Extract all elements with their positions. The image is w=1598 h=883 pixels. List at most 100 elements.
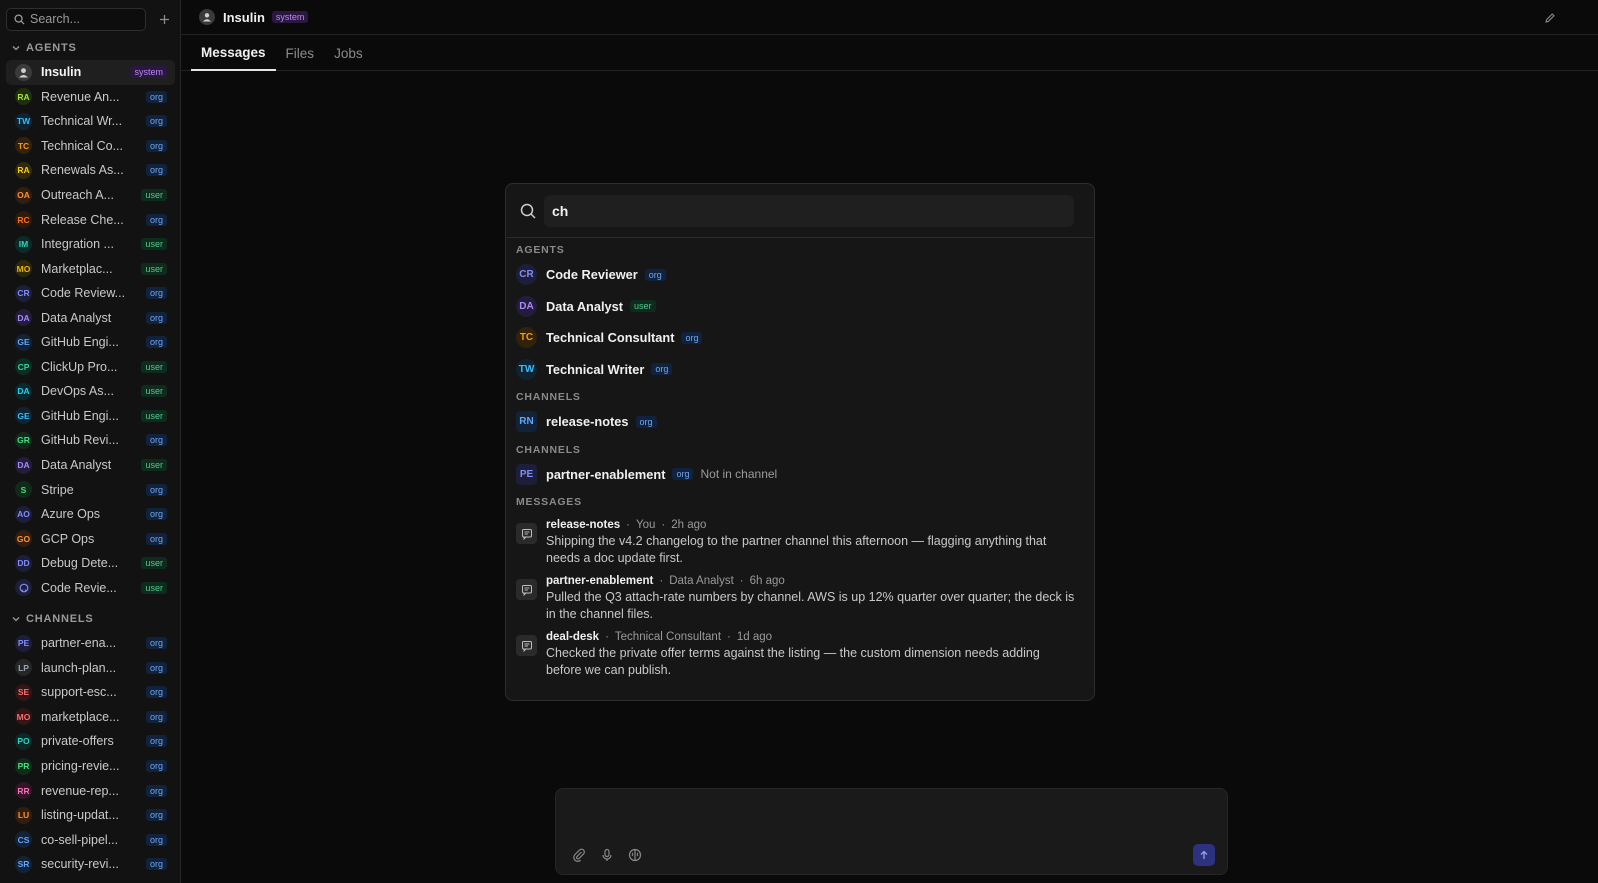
sidebar-agent-item[interactable]: GE GitHub Engi... org — [6, 330, 175, 355]
sidebar-channel-tag: org — [145, 833, 167, 846]
sidebar-channel-label: support-esc... — [41, 685, 117, 700]
palette-channel-row[interactable]: PE partner-enablement org Not in channel — [506, 459, 1094, 491]
palette-message-row[interactable]: release-notes · You · 2h ago Shipping the v4.… — [506, 517, 1094, 567]
tab-files[interactable]: Files — [276, 35, 325, 71]
sidebar-channel-item[interactable]: PE partner-ena... org — [6, 631, 175, 656]
agent-name: Technical Consultant — [546, 330, 675, 346]
message-icon — [516, 635, 537, 656]
brain-icon[interactable] — [628, 848, 642, 862]
sidebar-channel-item[interactable]: SE support-esc... org — [6, 680, 175, 705]
sidebar-agent-item[interactable]: AO Azure Ops org — [6, 502, 175, 527]
palette-agent-row[interactable]: TC Technical Consultant org — [506, 322, 1094, 354]
tab-bar: Messages Files Jobs — [181, 35, 1598, 71]
sidebar: Search... AGENTS Insulin system RA Revenue … — [0, 0, 181, 883]
sidebar-agent-item[interactable]: S Stripe org — [6, 477, 175, 502]
message-composer[interactable] — [555, 788, 1228, 875]
message-body: release-notes · You · 2h ago Shipping the v4.… — [546, 517, 1076, 567]
sidebar-agent-item[interactable]: IM Integration ... user — [6, 232, 175, 257]
message-body: partner-enablement · Data Analyst · 6h ago Pu… — [546, 573, 1076, 623]
sidebar-agent-item[interactable]: GR GitHub Revi... org — [6, 428, 175, 453]
sidebar-agent-tag: user — [141, 360, 167, 373]
sidebar-channel-avatar: PR — [15, 757, 32, 775]
sidebar-agent-item[interactable]: TC Technical Co... org — [6, 134, 175, 159]
sidebar-channel-item[interactable]: CS co-sell-pipel... org — [6, 827, 175, 852]
channels-heading: CHANNELS — [26, 613, 94, 625]
palette-agents-heading: AGENTS — [516, 244, 565, 256]
palette-message-row[interactable]: deal-desk · Technical Consultant · 1d ago Che… — [506, 629, 1094, 679]
sidebar-channel-item[interactable]: RR revenue-rep... org — [6, 778, 175, 803]
message-channel: deal-desk — [546, 631, 600, 643]
palette-search-row: ch — [506, 184, 1094, 238]
palette-agent-row[interactable]: CR Code Reviewer org — [506, 259, 1094, 291]
agents-section-toggle[interactable]: AGENTS — [12, 41, 77, 55]
sidebar-agent-item[interactable]: MO Marketplac... user — [6, 256, 175, 281]
sidebar-agent-item[interactable]: DD Debug Dete... user — [6, 551, 175, 576]
sidebar-agent-label: Technical Wr... — [41, 114, 123, 129]
paperclip-icon[interactable] — [572, 848, 586, 862]
palette-agent-row[interactable]: DA Data Analyst user — [506, 291, 1094, 323]
sidebar-channel-tag: org — [145, 809, 167, 822]
sidebar-agent-avatar — [15, 63, 32, 81]
tab-messages[interactable]: Messages — [191, 35, 276, 71]
sidebar-agent-avatar: RA — [15, 161, 32, 179]
sidebar-agent-tag: user — [141, 459, 167, 472]
send-button[interactable] — [1193, 844, 1215, 866]
sidebar-channel-avatar: SE — [15, 683, 32, 701]
sidebar-channel-item[interactable]: PR pricing-revie... org — [6, 754, 175, 779]
sidebar-channel-label: partner-ena... — [41, 636, 117, 651]
sidebar-agent-tag: org — [145, 213, 167, 226]
sidebar-channel-tag: org — [145, 661, 167, 674]
sidebar-agent-item[interactable]: GE GitHub Engi... user — [6, 404, 175, 429]
sidebar-agent-item[interactable]: GO GCP Ops org — [6, 526, 175, 551]
sidebar-channel-item[interactable]: MO marketplace... org — [6, 705, 175, 730]
sidebar-agent-item[interactable]: Insulin system — [6, 60, 175, 85]
channels-section-toggle[interactable]: CHANNELS — [12, 612, 94, 626]
palette-message-row[interactable]: partner-enablement · Data Analyst · 6h ago Pu… — [506, 573, 1094, 623]
palette-channel-row[interactable]: RN release-notes org — [506, 406, 1094, 438]
sidebar-agent-item[interactable]: TW Technical Wr... org — [6, 109, 175, 134]
channel-name: partner-enablement — [546, 466, 666, 482]
sidebar-agent-item[interactable]: DA DevOps As... user — [6, 379, 175, 404]
sidebar-search-input[interactable]: Search... — [6, 7, 146, 31]
message-meta: deal-desk · Technical Consultant · 1d ago — [546, 629, 1076, 645]
palette-search-input[interactable]: ch — [544, 194, 1074, 227]
sidebar-agent-item[interactable]: RA Renewals As... org — [6, 158, 175, 183]
command-palette: ch AGENTS CR Code Reviewer org DA Data Analy… — [505, 183, 1095, 701]
new-item-button[interactable] — [153, 8, 175, 30]
sidebar-channel-label: security-revi... — [41, 857, 119, 872]
sidebar-agent-avatar: S — [15, 481, 32, 499]
message-time: 1d ago — [736, 631, 773, 643]
sidebar-agent-item[interactable]: CP ClickUp Pro... user — [6, 355, 175, 380]
sidebar-agent-item[interactable]: DA Data Analyst org — [6, 305, 175, 330]
sidebar-channel-tag: org — [145, 760, 167, 772]
agent-avatar: TW — [516, 358, 537, 380]
sidebar-channel-item[interactable]: PO private-offers org — [6, 729, 175, 754]
channel-avatar: RN — [516, 411, 537, 433]
sidebar-channel-avatar: CS — [15, 831, 32, 849]
agent-tag: org — [644, 268, 666, 281]
sidebar-agent-avatar: RA — [15, 88, 32, 106]
sidebar-agent-item[interactable]: RC Release Che... org — [6, 207, 175, 232]
tab-jobs[interactable]: Jobs — [324, 35, 373, 71]
sidebar-agent-avatar: MO — [15, 260, 32, 278]
channel-avatar: PE — [516, 463, 537, 485]
sidebar-agent-item[interactable]: OA Outreach A... user — [6, 183, 175, 208]
sidebar-agent-item[interactable]: RA Revenue An... org — [6, 85, 175, 110]
microphone-icon[interactable] — [600, 848, 614, 862]
sidebar-agent-avatar: OA — [15, 186, 32, 204]
sidebar-agent-tag: org — [145, 90, 167, 103]
message-meta: release-notes · You · 2h ago — [546, 517, 1076, 533]
sidebar-channel-item[interactable]: SR security-revi... org — [6, 852, 175, 877]
sidebar-channel-item[interactable]: LP launch-plan... org — [6, 656, 175, 681]
pencil-icon[interactable] — [1544, 11, 1556, 29]
message-author: Technical Consultant — [614, 631, 722, 643]
sidebar-agent-item[interactable]: CR Code Review... org — [6, 281, 175, 306]
agent-name: Data Analyst — [546, 298, 624, 314]
sidebar-agent-item[interactable]: Code Revie... user — [6, 575, 175, 600]
sidebar-agent-label: Code Revie... — [41, 580, 117, 595]
sidebar-agent-item[interactable]: DA Data Analyst user — [6, 453, 175, 478]
sidebar-agent-avatar: GE — [15, 407, 32, 425]
sidebar-agent-tag: org — [145, 336, 167, 349]
palette-agent-row[interactable]: TW Technical Writer org — [506, 354, 1094, 386]
sidebar-channel-item[interactable]: LU listing-updat... org — [6, 803, 175, 828]
